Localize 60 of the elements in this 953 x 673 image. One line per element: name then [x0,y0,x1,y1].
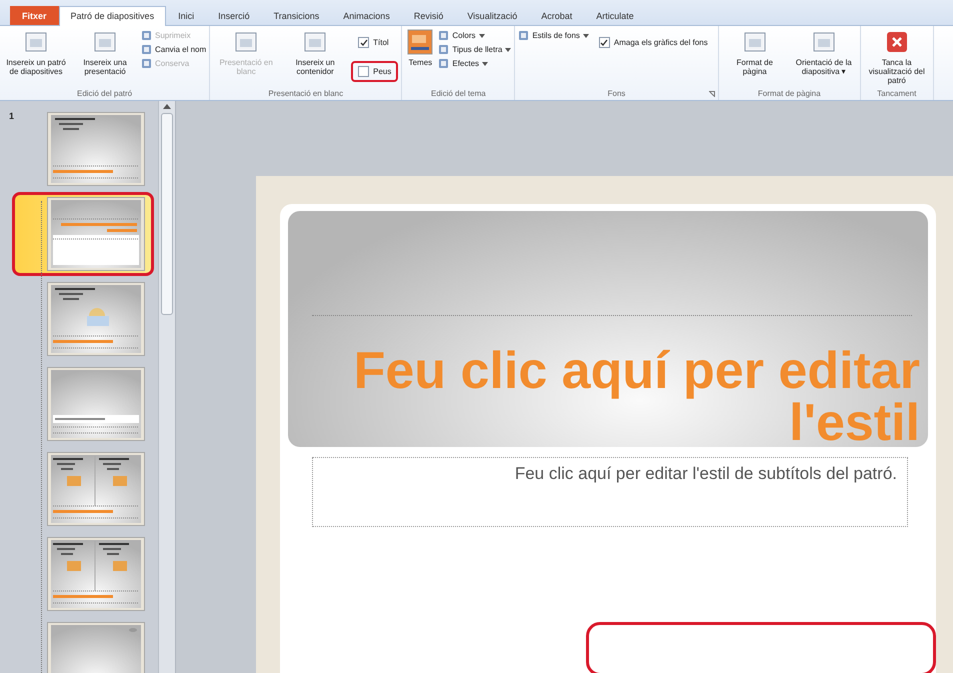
slide-thumbnail[interactable] [47,452,145,526]
slide-number: 1 [9,111,14,121]
checkbox-option[interactable]: Peus [353,63,396,80]
checkmark-icon [360,38,368,46]
command-icon [141,30,152,41]
command-icon [141,58,152,69]
ribbon-button[interactable]: Insereix una presentació [72,28,138,78]
checkbox[interactable] [358,37,370,48]
slide-thumbnail[interactable] [47,112,145,186]
ribbon-tab[interactable]: Inici [166,6,206,25]
theme-icon [407,29,434,55]
dialog-launcher-icon[interactable] [708,91,715,97]
slide-thumbnail[interactable] [47,367,145,441]
ribbon-button[interactable]: Insereix un patró de diapositives [3,28,69,78]
slide-subtitle[interactable]: Feu clic aquí per editar l'estil de subtítols del patró. [312,457,908,527]
ribbon-tab[interactable]: Articulate [584,6,646,25]
ribbon-tab[interactable]: Revisió [402,6,456,25]
group-label: Presentació en blanc [268,88,344,100]
slide-thumbnail[interactable] [47,197,145,271]
ribbon-tab[interactable]: Visualització [455,6,530,25]
scroll-up-icon[interactable] [163,103,171,109]
ribbon-tab[interactable]: Patró de diapositives [58,6,166,26]
ribbon-button[interactable]: Orientació de la diapositiva ▾ [790,28,857,78]
checkbox-option[interactable]: Títol [353,34,394,51]
ribbon-button[interactable]: Format de pàgina [722,28,788,78]
ribbon-button[interactable]: Colors [438,30,512,41]
ribbon-button[interactable]: Temes [405,28,436,68]
command-icon [438,30,450,41]
ribbon-tab[interactable]: Inserció [206,6,262,25]
checkmark-icon [600,38,608,46]
ribbon-button[interactable]: Tipus de lletra [438,44,512,55]
checkbox[interactable] [358,66,370,77]
group-label: Edició del patró [76,88,132,100]
scrollbar[interactable] [158,101,175,673]
ribbon-button[interactable]: Efectes [438,58,512,69]
command-icon [438,44,450,55]
command-icon [141,44,152,55]
group-label: Tancament [877,88,916,100]
selected-thumbnail-row[interactable] [12,192,154,276]
checkbox[interactable] [598,37,610,48]
ribbon-button[interactable]: Canvia el nom [141,44,206,55]
caret-icon [582,34,589,38]
group-label: Format de pàgina [758,88,821,100]
checkbox-option[interactable]: Amaga els gràfics del fons [594,34,713,51]
caret-icon [505,48,512,52]
command-icon [438,58,450,69]
slide-thumbnail[interactable] [47,282,145,356]
caret-icon [482,62,488,66]
command-icon [518,30,530,41]
caret-icon [478,34,484,38]
ribbon-tab[interactable]: Fitxer [10,6,59,25]
ribbon-button[interactable]: Tanca la visualització del patró [864,28,930,87]
ribbon-button[interactable]: Estils de fons [518,30,589,41]
ribbon-tab[interactable]: Animacions [331,6,402,25]
ribbon-tab[interactable]: Transicions [262,6,332,25]
group-label: Fons [608,88,626,100]
group-label: Edició del tema [431,88,486,100]
ribbon-button[interactable]: Insereix un contenidor [282,28,348,78]
slide-thumbnail[interactable] [47,537,145,611]
ribbon-tab[interactable]: Acrobat [529,6,584,25]
